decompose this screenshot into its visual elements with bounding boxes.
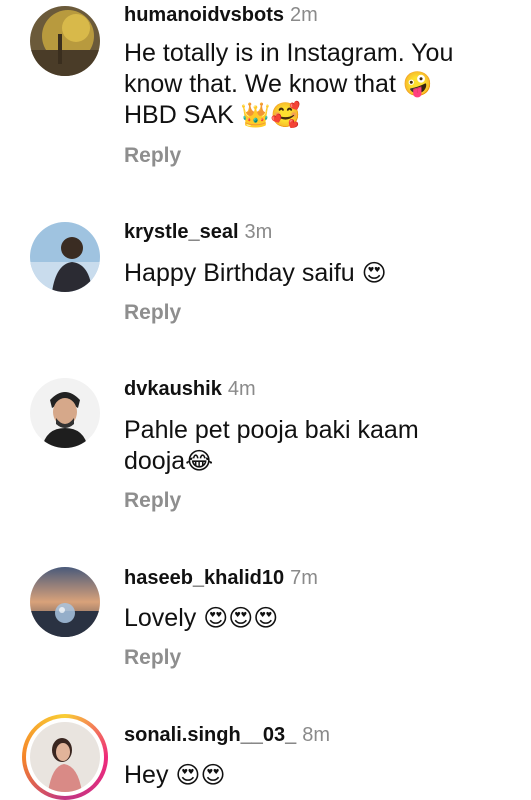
reply-button[interactable]: Reply: [124, 300, 181, 326]
timestamp: 4m: [227, 378, 256, 400]
comment-text-line: HBD SAK: [124, 101, 234, 129]
avatar[interactable]: [30, 567, 100, 637]
comment-text: Hey 😍😍: [124, 760, 494, 791]
comment-text: He totally is in Instagram. You know tha…: [124, 38, 494, 131]
comment-header: dvkaushik 4m: [124, 376, 256, 402]
heart-eyes-emoji: 😍😍😍: [203, 604, 279, 632]
comment-text-line: Happy Birthday saifu: [124, 259, 355, 287]
heart-eyes-emoji: 😍😍: [175, 761, 226, 789]
comment-text-line: dooja: [124, 447, 186, 475]
comment-text: Pahle pet pooja baki kaam dooja😂: [124, 415, 494, 477]
username[interactable]: sonali.singh__03_: [124, 724, 296, 746]
timestamp: 2m: [290, 4, 318, 26]
timestamp: 8m: [302, 724, 331, 746]
reply-button[interactable]: Reply: [124, 488, 181, 514]
tears-of-joy-emoji: 😂: [185, 447, 214, 475]
avatar[interactable]: [30, 722, 100, 792]
reply-button[interactable]: Reply: [124, 143, 181, 169]
username[interactable]: haseeb_khalid10: [124, 567, 284, 589]
username[interactable]: humanoidvsbots: [124, 4, 284, 26]
heart-eyes-emoji: 😍: [361, 259, 387, 287]
avatar[interactable]: [30, 378, 100, 448]
comment-text-line: He totally is in Instagram. You: [124, 39, 454, 67]
comment-text-line: Lovely: [124, 604, 197, 632]
story-ring[interactable]: [22, 714, 108, 800]
comment-text: Happy Birthday saifu 😍: [124, 258, 494, 289]
username[interactable]: dvkaushik: [124, 378, 222, 400]
zany-face-emoji: 🤪: [402, 70, 433, 98]
timestamp: 3m: [244, 221, 273, 243]
comment-text-line: Hey: [124, 761, 169, 789]
comment-text: Lovely 😍😍😍: [124, 603, 494, 634]
comment-header: krystle_seal 3m: [124, 219, 272, 245]
avatar[interactable]: [30, 222, 100, 292]
reply-button[interactable]: Reply: [124, 645, 181, 671]
comment-text-line: know that. We know that: [124, 70, 396, 98]
comment-header: humanoidvsbots 2m: [124, 2, 318, 28]
timestamp: 7m: [290, 567, 318, 589]
avatar[interactable]: [30, 6, 100, 76]
comment-header: haseeb_khalid10 7m: [124, 565, 318, 591]
username[interactable]: krystle_seal: [124, 221, 239, 243]
crown-smiling-hearts-emoji: 👑🥰: [240, 101, 301, 129]
comment-header: sonali.singh__03_ 8m: [124, 722, 330, 748]
comment-text-line: Pahle pet pooja baki kaam: [124, 416, 419, 444]
